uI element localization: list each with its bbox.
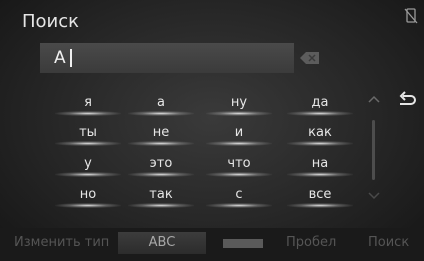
- suggestion-key[interactable]: на: [283, 154, 357, 178]
- suggestion-key[interactable]: но: [51, 185, 125, 209]
- keyboard-icon[interactable]: [223, 239, 263, 248]
- suggestion-key[interactable]: ну: [202, 93, 276, 117]
- suggestion-key[interactable]: что: [202, 154, 276, 178]
- text-cursor: [70, 49, 72, 67]
- screen-title: Поиск: [22, 11, 80, 32]
- search-screen: Поиск A я а ну да ты не и как у это что на но так с все…: [0, 0, 424, 261]
- scrollbar[interactable]: [372, 120, 375, 180]
- suggestion-key[interactable]: а: [124, 93, 198, 117]
- suggestion-key[interactable]: я: [51, 93, 125, 117]
- search-input[interactable]: A: [40, 43, 294, 73]
- suggestion-key[interactable]: как: [283, 123, 357, 147]
- no-phone-icon: [404, 8, 418, 24]
- suggestion-key[interactable]: с: [202, 185, 276, 209]
- abc-button[interactable]: ABC: [118, 232, 206, 254]
- suggestion-key[interactable]: не: [124, 123, 198, 147]
- chevron-up-icon[interactable]: [366, 93, 382, 105]
- suggestion-key[interactable]: ты: [51, 123, 125, 147]
- suggestion-key[interactable]: да: [283, 93, 357, 117]
- suggestion-key[interactable]: это: [124, 154, 198, 178]
- search-input-text: A: [54, 48, 66, 68]
- suggestion-key[interactable]: у: [51, 154, 125, 178]
- space-button[interactable]: Пробел: [286, 232, 346, 254]
- chevron-down-icon[interactable]: [366, 190, 382, 202]
- suggestion-key[interactable]: все: [283, 185, 357, 209]
- change-type-button[interactable]: Изменить тип: [14, 232, 118, 254]
- search-button[interactable]: Поиск: [368, 232, 422, 254]
- return-arrow-icon[interactable]: [396, 90, 418, 110]
- backspace-icon[interactable]: [298, 49, 322, 67]
- suggestion-key[interactable]: и: [202, 123, 276, 147]
- suggestion-key[interactable]: так: [124, 185, 198, 209]
